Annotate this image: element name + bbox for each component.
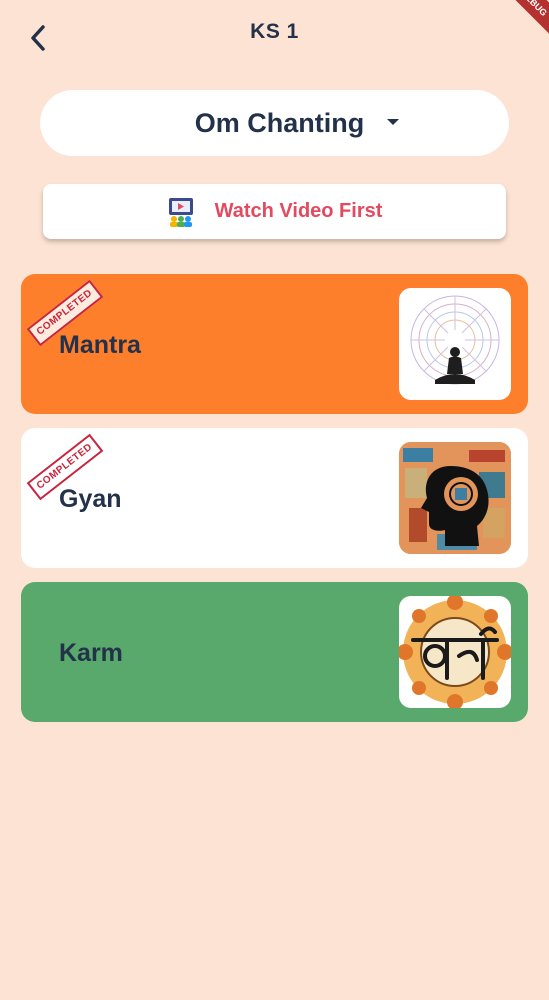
meditation-mandala-image	[399, 288, 511, 400]
video-lesson-icon	[168, 197, 193, 227]
card-karm[interactable]: Karm	[21, 582, 528, 722]
card-title: Mantra	[59, 331, 141, 359]
karm-mandala-image	[399, 596, 511, 708]
watch-video-label: Watch Video First	[214, 200, 383, 222]
app-bar: KS 1 DEBUG	[0, 0, 549, 70]
watch-video-button[interactable]: Watch Video First	[43, 184, 506, 239]
card-title: Karm	[59, 639, 123, 667]
topic-dropdown[interactable]: Om Chanting	[40, 90, 509, 156]
card-title: Gyan	[59, 485, 122, 513]
card-gyan[interactable]: COMPLETED Gyan	[21, 428, 528, 568]
head-silhouette-image	[399, 442, 511, 554]
card-mantra[interactable]: COMPLETED Mantra	[21, 274, 528, 414]
caret-down-icon	[387, 119, 399, 125]
dropdown-selected-label: Om Chanting	[194, 107, 365, 138]
page-title: KS 1	[250, 20, 299, 43]
